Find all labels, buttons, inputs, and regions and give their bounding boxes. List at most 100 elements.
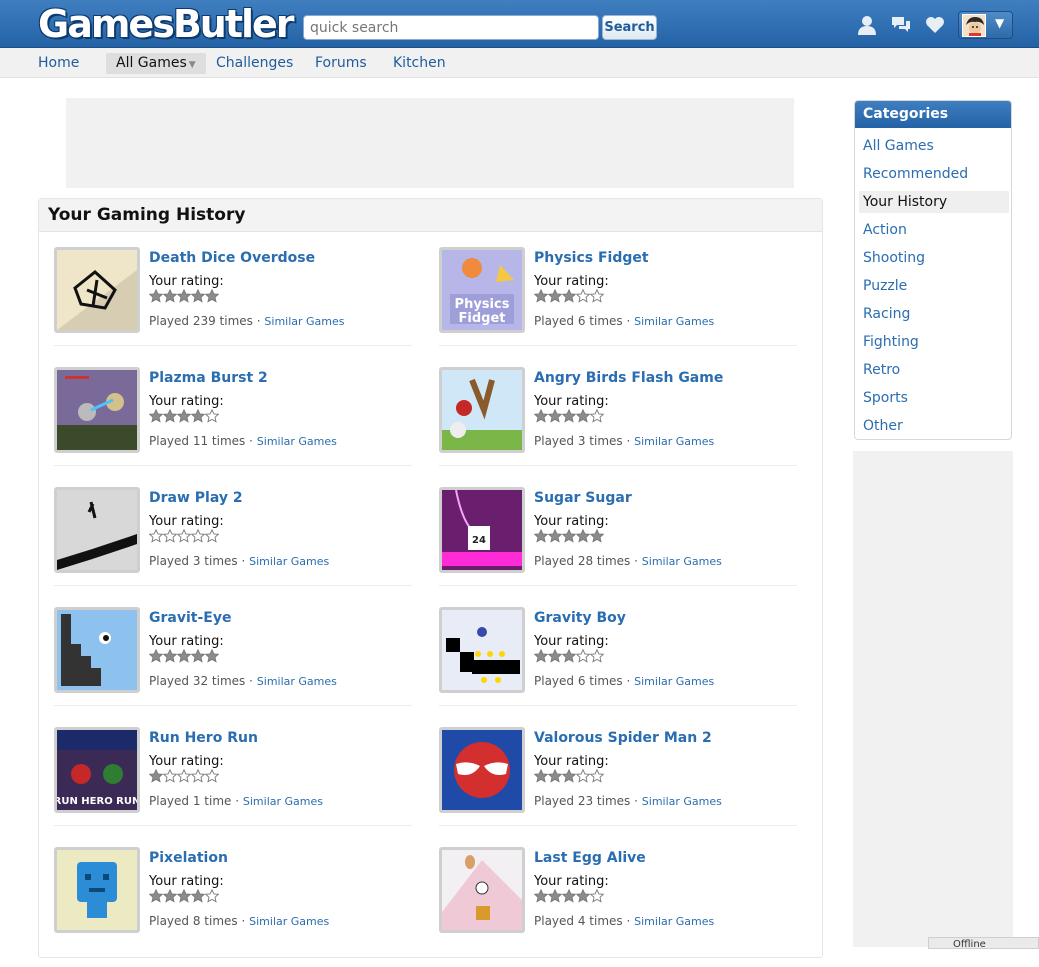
game-title-link[interactable]: Run Hero Run: [149, 730, 258, 746]
rating-star-icon[interactable]: [191, 769, 205, 783]
category-racing[interactable]: Racing: [859, 303, 1009, 325]
similar-games-link[interactable]: Similar Games: [249, 915, 329, 928]
category-puzzle[interactable]: Puzzle: [859, 275, 1009, 297]
rating-star-icon[interactable]: [149, 769, 163, 783]
quick-search-input[interactable]: [303, 15, 599, 40]
chat-icon[interactable]: [890, 14, 912, 36]
game-thumbnail[interactable]: [54, 847, 140, 933]
game-thumbnail[interactable]: [439, 367, 525, 453]
rating-star-icon[interactable]: [590, 289, 604, 303]
category-recommended[interactable]: Recommended: [859, 163, 1009, 185]
similar-games-link[interactable]: Similar Games: [243, 795, 323, 808]
rating-star-icon[interactable]: [562, 529, 576, 543]
category-retro[interactable]: Retro: [859, 359, 1009, 381]
similar-games-link[interactable]: Similar Games: [642, 795, 722, 808]
rating-stars[interactable]: [149, 409, 219, 425]
rating-star-icon[interactable]: [534, 409, 548, 423]
rating-stars[interactable]: [149, 889, 219, 905]
rating-star-icon[interactable]: [163, 529, 177, 543]
rating-star-icon[interactable]: [191, 889, 205, 903]
game-title-link[interactable]: Plazma Burst 2: [149, 370, 268, 386]
rating-star-icon[interactable]: [205, 529, 219, 543]
rating-star-icon[interactable]: [149, 649, 163, 663]
rating-star-icon[interactable]: [548, 769, 562, 783]
rating-star-icon[interactable]: [590, 649, 604, 663]
rating-star-icon[interactable]: [177, 289, 191, 303]
rating-stars[interactable]: [534, 289, 604, 305]
rating-star-icon[interactable]: [562, 769, 576, 783]
rating-star-icon[interactable]: [562, 409, 576, 423]
game-thumbnail[interactable]: RUN HERO RUN: [54, 727, 140, 813]
game-title-link[interactable]: Gravity Boy: [534, 610, 626, 626]
rating-star-icon[interactable]: [191, 649, 205, 663]
rating-star-icon[interactable]: [205, 409, 219, 423]
game-title-link[interactable]: Last Egg Alive: [534, 850, 646, 866]
rating-star-icon[interactable]: [149, 289, 163, 303]
game-title-link[interactable]: Gravit-Eye: [149, 610, 231, 626]
similar-games-link[interactable]: Similar Games: [642, 555, 722, 568]
rating-star-icon[interactable]: [590, 529, 604, 543]
rating-star-icon[interactable]: [177, 409, 191, 423]
game-thumbnail[interactable]: [439, 607, 525, 693]
rating-star-icon[interactable]: [548, 289, 562, 303]
game-thumbnail[interactable]: [54, 247, 140, 333]
site-logo[interactable]: GamesButler: [38, 3, 295, 45]
rating-star-icon[interactable]: [177, 649, 191, 663]
game-thumbnail[interactable]: [439, 847, 525, 933]
game-thumbnail[interactable]: [54, 367, 140, 453]
rating-star-icon[interactable]: [548, 529, 562, 543]
game-title-link[interactable]: Angry Birds Flash Game: [534, 370, 723, 386]
category-shooting[interactable]: Shooting: [859, 247, 1009, 269]
similar-games-link[interactable]: Similar Games: [634, 315, 714, 328]
rating-star-icon[interactable]: [177, 529, 191, 543]
category-your-history[interactable]: Your History: [859, 191, 1009, 213]
rating-star-icon[interactable]: [576, 529, 590, 543]
rating-star-icon[interactable]: [205, 889, 219, 903]
rating-star-icon[interactable]: [590, 769, 604, 783]
category-action[interactable]: Action: [859, 219, 1009, 241]
rating-stars[interactable]: [534, 889, 604, 905]
similar-games-link[interactable]: Similar Games: [634, 915, 714, 928]
game-thumbnail[interactable]: [54, 487, 140, 573]
rating-stars[interactable]: [534, 409, 604, 425]
rating-star-icon[interactable]: [548, 649, 562, 663]
rating-star-icon[interactable]: [205, 769, 219, 783]
rating-stars[interactable]: [534, 649, 604, 665]
game-title-link[interactable]: Sugar Sugar: [534, 490, 632, 506]
rating-star-icon[interactable]: [562, 289, 576, 303]
game-thumbnail[interactable]: [54, 607, 140, 693]
category-fighting[interactable]: Fighting: [859, 331, 1009, 353]
game-thumbnail[interactable]: [439, 727, 525, 813]
rating-star-icon[interactable]: [205, 289, 219, 303]
category-sports[interactable]: Sports: [859, 387, 1009, 409]
rating-star-icon[interactable]: [163, 409, 177, 423]
rating-star-icon[interactable]: [534, 289, 548, 303]
nav-kitchen[interactable]: Kitchen: [393, 53, 446, 74]
rating-star-icon[interactable]: [163, 289, 177, 303]
nav-forums[interactable]: Forums: [315, 53, 367, 74]
rating-star-icon[interactable]: [191, 529, 205, 543]
rating-star-icon[interactable]: [177, 769, 191, 783]
game-title-link[interactable]: Valorous Spider Man 2: [534, 730, 712, 746]
rating-star-icon[interactable]: [576, 889, 590, 903]
chat-status[interactable]: Offline: [928, 937, 1039, 949]
rating-star-icon[interactable]: [149, 529, 163, 543]
rating-star-icon[interactable]: [163, 649, 177, 663]
rating-stars[interactable]: [149, 289, 219, 305]
search-button[interactable]: Search: [602, 15, 657, 40]
rating-star-icon[interactable]: [548, 409, 562, 423]
rating-stars[interactable]: [534, 529, 604, 545]
rating-star-icon[interactable]: [163, 769, 177, 783]
rating-star-icon[interactable]: [534, 889, 548, 903]
account-menu[interactable]: ▼: [958, 11, 1013, 39]
rating-star-icon[interactable]: [590, 409, 604, 423]
rating-star-icon[interactable]: [191, 409, 205, 423]
rating-star-icon[interactable]: [548, 889, 562, 903]
rating-star-icon[interactable]: [590, 889, 604, 903]
category-other[interactable]: Other: [859, 415, 1009, 437]
rating-star-icon[interactable]: [534, 529, 548, 543]
game-title-link[interactable]: Death Dice Overdose: [149, 250, 315, 266]
rating-star-icon[interactable]: [191, 289, 205, 303]
nav-all-games[interactable]: All Games ▼: [106, 53, 206, 74]
nav-home[interactable]: Home: [38, 53, 79, 74]
